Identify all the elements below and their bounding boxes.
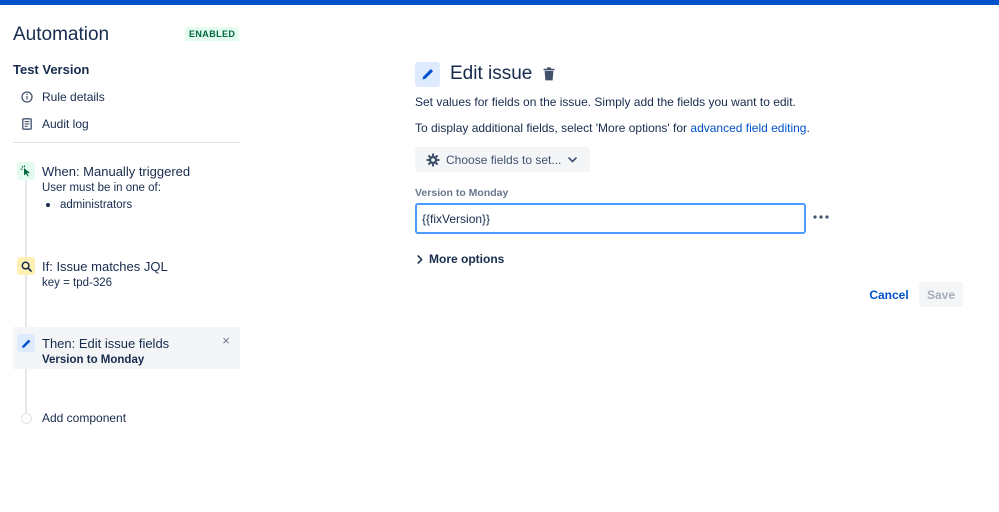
save-button[interactable]: Save — [919, 282, 963, 307]
condition-step[interactable]: If: Issue matches JQL key = tpd-326 — [13, 257, 240, 297]
advanced-hint-text: To display additional fields, select 'Mo… — [415, 121, 691, 135]
sidebar-divider — [13, 142, 240, 143]
editor-title: Edit issue — [450, 63, 533, 84]
nav-audit-log[interactable]: Audit log — [13, 114, 89, 134]
gear-icon — [426, 153, 440, 167]
cursor-click-icon — [17, 162, 35, 180]
more-options-label: More options — [429, 252, 505, 266]
choose-fields-button[interactable]: Choose fields to set... — [415, 147, 590, 172]
status-badge: ENABLED — [185, 27, 240, 41]
nav-rule-details[interactable]: Rule details — [13, 87, 105, 107]
document-icon — [13, 118, 41, 130]
pencil-icon — [17, 334, 35, 352]
version-field-input[interactable] — [415, 203, 806, 234]
editor-description: Set values for fields on the issue. Simp… — [415, 95, 796, 109]
action-step-selected[interactable]: Then: Edit issue fields Version to Monda… — [13, 327, 240, 369]
add-component-label: Add component — [42, 411, 127, 425]
advanced-hint-suffix: . — [806, 121, 810, 135]
app-title: Automation — [13, 24, 110, 45]
advanced-field-editing-link[interactable]: advanced field editing — [690, 121, 806, 135]
version-field-label: Version to Monday — [415, 187, 509, 199]
editor-header: Edit issue — [415, 61, 556, 87]
info-icon — [13, 91, 41, 103]
chevron-down-icon — [568, 156, 578, 163]
rule-sidebar: Automation ENABLED Test Version Rule det… — [13, 5, 241, 512]
trigger-step-title: When: Manually triggered — [42, 164, 191, 179]
close-icon[interactable]: × — [220, 334, 232, 347]
editor-advanced-hint: To display additional fields, select 'Mo… — [415, 121, 810, 135]
circle-icon — [21, 412, 32, 424]
more-actions-icon[interactable] — [812, 208, 830, 226]
trigger-group-item: administrators — [42, 199, 132, 211]
add-component-button[interactable]: Add component — [13, 409, 126, 427]
condition-step-jql: key = tpd-326 — [42, 277, 113, 289]
action-step-title: Then: Edit issue fields — [42, 336, 170, 351]
trigger-step-description: User must be in one of: — [42, 182, 161, 194]
nav-rule-details-label: Rule details — [42, 90, 105, 104]
trigger-step[interactable]: When: Manually triggered User must be in… — [13, 162, 240, 220]
rule-name: Test Version — [13, 62, 90, 77]
choose-fields-label: Choose fields to set... — [446, 152, 562, 167]
cancel-button[interactable]: Cancel — [865, 282, 913, 307]
bullet-dot — [46, 203, 50, 207]
action-step-field: Version to Monday — [42, 354, 145, 366]
chevron-right-icon — [417, 254, 423, 264]
action-editor-panel: Edit issue Set values for fields on the … — [415, 5, 975, 512]
pencil-icon — [415, 61, 440, 87]
trash-icon[interactable] — [542, 66, 556, 82]
nav-audit-log-label: Audit log — [42, 117, 89, 131]
search-icon — [17, 257, 35, 275]
more-options-toggle[interactable]: More options — [417, 250, 504, 268]
trigger-group-name: administrators — [60, 199, 133, 211]
condition-step-title: If: Issue matches JQL — [42, 259, 168, 274]
